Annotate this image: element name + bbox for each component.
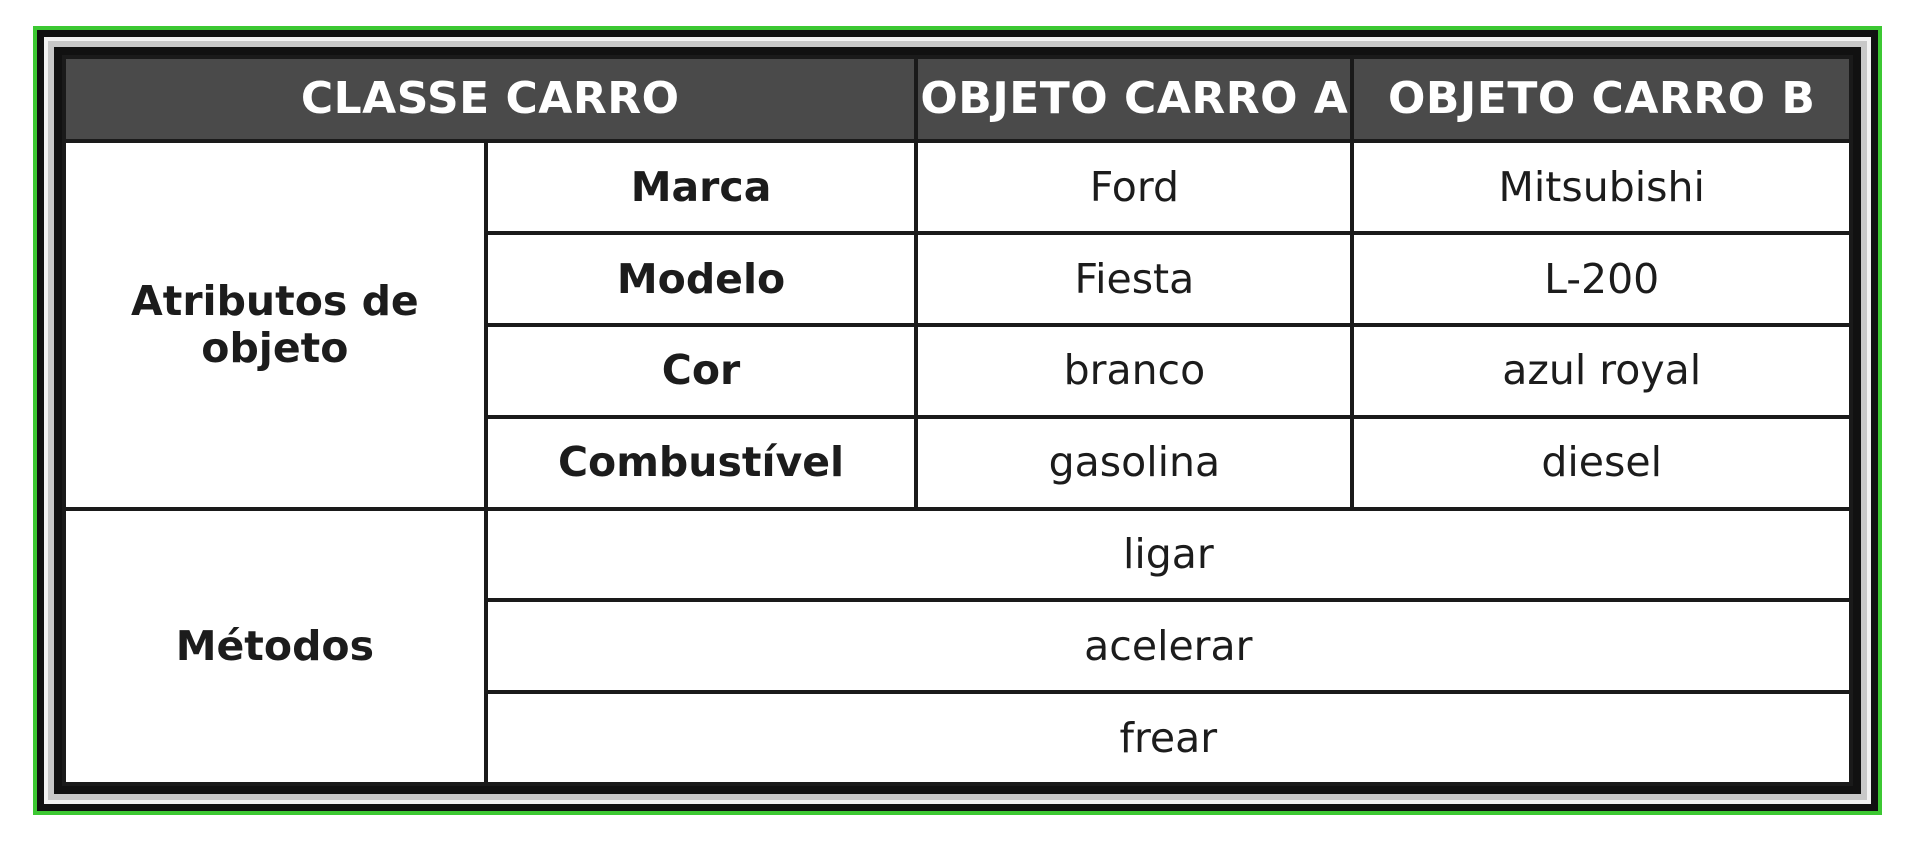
class-object-table: CLASSE CARRO OBJETO CARRO A OBJETO CARRO… xyxy=(61,54,1854,787)
attribute-value-a-cor: branco xyxy=(914,323,1355,419)
attribute-name-marca: Marca xyxy=(483,139,919,236)
method-item-acelerar: acelerar xyxy=(483,598,1854,695)
header-object-carro-b: OBJETO CARRO B xyxy=(1350,54,1853,144)
methods-group-label: Métodos xyxy=(62,506,488,787)
method-item-frear: frear xyxy=(483,690,1854,786)
attribute-value-b-combustivel: diesel xyxy=(1350,414,1853,511)
attribute-value-a-modelo: Fiesta xyxy=(914,231,1355,327)
attribute-name-modelo: Modelo xyxy=(483,231,919,327)
attribute-name-cor: Cor xyxy=(483,323,919,419)
attributes-group-label: Atributos de objeto xyxy=(62,139,488,511)
attribute-value-b-cor: azul royal xyxy=(1350,323,1853,419)
header-class-carro: CLASSE CARRO xyxy=(61,54,919,144)
method-item-ligar: ligar xyxy=(483,506,1854,603)
table-frame-core: CLASSE CARRO OBJETO CARRO A OBJETO CARRO… xyxy=(54,47,1861,794)
attribute-value-b-marca: Mitsubishi xyxy=(1350,139,1853,236)
attribute-value-a-marca: Ford xyxy=(914,139,1355,236)
table-frame-inner: CLASSE CARRO OBJETO CARRO A OBJETO CARRO… xyxy=(44,37,1871,804)
attribute-value-a-combustivel: gasolina xyxy=(914,414,1355,511)
header-object-carro-a: OBJETO CARRO A xyxy=(914,54,1355,144)
table-row: Métodos ligar xyxy=(62,506,1854,787)
attribute-name-combustivel: Combustível xyxy=(483,414,919,511)
table-row: Atributos de objeto Marca Ford Mitsubish… xyxy=(62,139,1853,511)
table-header-row: CLASSE CARRO OBJETO CARRO A OBJETO CARRO… xyxy=(61,54,1853,144)
attribute-value-b-modelo: L-200 xyxy=(1350,231,1853,327)
table-frame-outer: CLASSE CARRO OBJETO CARRO A OBJETO CARRO… xyxy=(33,26,1882,815)
